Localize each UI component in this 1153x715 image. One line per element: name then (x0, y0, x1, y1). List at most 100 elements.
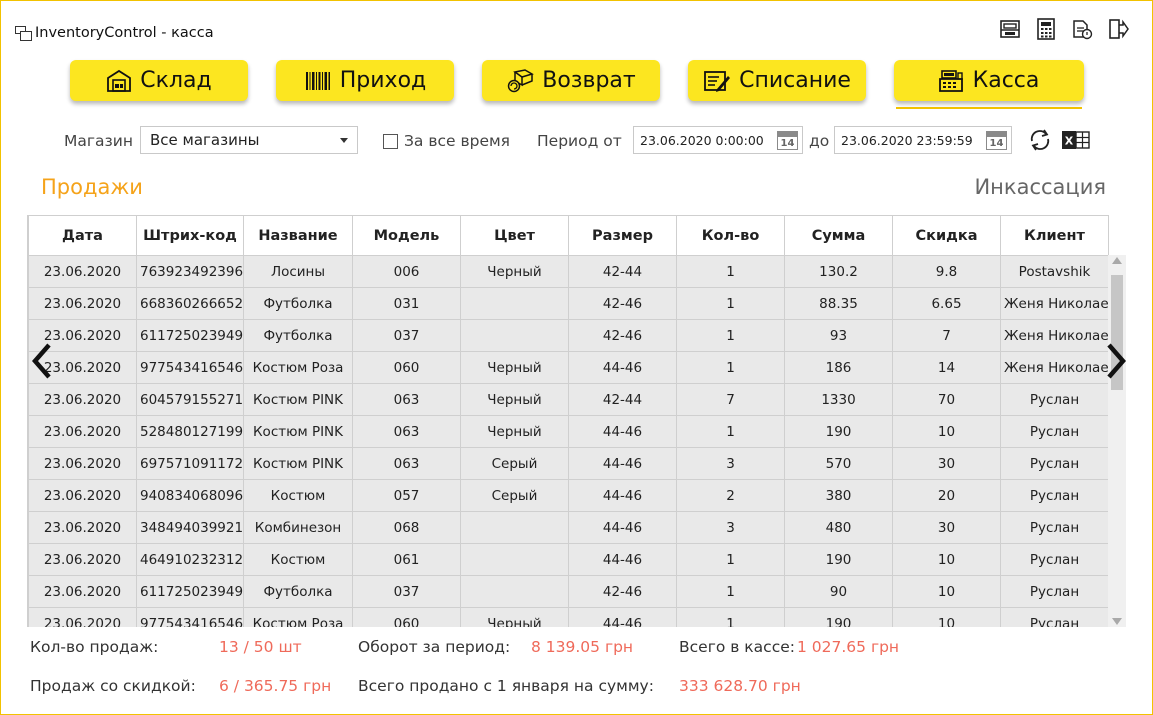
calendar-icon[interactable]: 14 (986, 131, 1007, 150)
all-time-checkbox[interactable] (383, 134, 398, 149)
refresh-icon[interactable] (1027, 127, 1053, 153)
table-cell: 23.06.2020 (28, 575, 137, 608)
table-cell: Женя Николаев (1000, 319, 1109, 352)
table-cell: 10 (892, 415, 1001, 448)
table-cell: 6.65 (892, 287, 1001, 320)
calculator-icon[interactable] (1034, 17, 1058, 41)
table-cell: 063 (352, 383, 461, 416)
table-cell: Футболка (243, 319, 353, 352)
column-header[interactable]: Дата (28, 215, 137, 256)
turnover-value: 8 139.05 грн (531, 638, 634, 656)
calendar-icon[interactable]: 14 (777, 131, 798, 150)
excel-export-icon[interactable]: X (1061, 128, 1091, 152)
table-row[interactable]: 23.06.2020 611725023949 Футболка 037 42-46 1 9… (28, 319, 1109, 352)
table-cell: 940834068096 (136, 479, 244, 512)
table-cell (460, 575, 569, 608)
nav-sklad-button[interactable]: Склад (70, 60, 248, 101)
table-cell: 7 (892, 319, 1001, 352)
table-cell: 23.06.2020 (28, 415, 137, 448)
app-window: InventoryControl - касса Склад Приход Во… (0, 0, 1153, 715)
title-bar: InventoryControl - касса (15, 21, 214, 45)
table-cell: 057 (352, 479, 461, 512)
table-cell: Костюм PINK (243, 383, 353, 416)
sales-grid[interactable]: Дата Штрих-код Название Модель Цвет Размер Кол… (27, 215, 1126, 627)
table-cell: Костюм PINK (243, 447, 353, 480)
shop-label: Магазин (64, 132, 133, 150)
table-cell: 44-46 (568, 607, 677, 627)
report-icon[interactable] (1070, 17, 1094, 41)
window-title: InventoryControl - касса (35, 25, 214, 41)
table-cell: 697571091172 (136, 447, 244, 480)
table-cell: 611725023949 (136, 575, 244, 608)
scroll-up-icon[interactable] (1112, 257, 1122, 264)
nav-spisanie-button[interactable]: Списание (688, 60, 866, 101)
column-header[interactable]: Цвет (460, 215, 569, 256)
table-cell: Серый (460, 479, 569, 512)
column-header[interactable]: Сумма (784, 215, 893, 256)
date-to-picker[interactable]: 23.06.2020 23:59:59 14 (834, 126, 1012, 154)
table-row[interactable]: 23.06.2020 528480127199 Костюм PINK 063 Черн… (28, 415, 1109, 448)
table-cell: Черный (460, 607, 569, 627)
table-cell: 464910232312 (136, 543, 244, 576)
column-header[interactable]: Клиент (1000, 215, 1109, 256)
table-cell: Черный (460, 255, 569, 288)
table-row[interactable]: 23.06.2020 611725023949 Футболка 037 42-46 1 9… (28, 575, 1109, 608)
sales-count-value: 13 / 50 шт (219, 638, 302, 656)
nav-vozvrat-button[interactable]: Возврат (482, 60, 660, 101)
table-cell: 42-46 (568, 575, 677, 608)
return-box-icon (508, 68, 535, 92)
table-row[interactable]: 23.06.2020 940834068096 Костюм 057 Серый 44-4… (28, 479, 1109, 512)
table-cell: Футболка (243, 575, 353, 608)
table-cell: 44-46 (568, 479, 677, 512)
filter-bar: Магазин Все магазины За все время Период… (1, 125, 1153, 155)
stats-panel: Кол-во продаж: 13 / 50 шт Оборот за пери… (1, 631, 1153, 711)
table-cell: Черный (460, 383, 569, 416)
column-header[interactable]: Модель (352, 215, 461, 256)
table-cell: Комбинезон (243, 511, 353, 544)
collection-link[interactable]: Инкассация (974, 175, 1106, 199)
prev-page-button[interactable] (23, 331, 61, 391)
nav-prihod-button[interactable]: Приход (276, 60, 454, 101)
date-from-picker[interactable]: 23.06.2020 0:00:00 14 (633, 126, 803, 154)
table-row[interactable]: 23.06.2020 604579155271 Костюм PINK 063 Черн… (28, 383, 1109, 416)
vertical-scrollbar[interactable] (1108, 255, 1126, 627)
table-row[interactable]: 23.06.2020 977543416546 Костюм Роза 060 Черн… (28, 351, 1109, 384)
next-page-button[interactable] (1097, 331, 1135, 391)
table-cell: 23.06.2020 (28, 479, 137, 512)
to-label: до (809, 132, 830, 150)
nav-kassa-button[interactable]: Касса (894, 60, 1084, 109)
shop-select[interactable]: Все магазины (140, 126, 358, 154)
table-row[interactable]: 23.06.2020 464910232312 Костюм 061 44-46 1 190… (28, 543, 1109, 576)
cash-value: 1 027.65 грн (797, 638, 900, 656)
table-cell: Руслан (1000, 511, 1109, 544)
table-cell: Костюм (243, 479, 353, 512)
exit-icon[interactable] (1106, 17, 1130, 41)
table-cell: 061 (352, 543, 461, 576)
table-cell: Руслан (1000, 383, 1109, 416)
table-cell: 1 (676, 255, 785, 288)
column-header[interactable]: Размер (568, 215, 677, 256)
table-row[interactable]: 23.06.2020 668360266652 Футболка 031 42-46 1 8… (28, 287, 1109, 320)
table-row[interactable]: 23.06.2020 763923492396 Лосины 006 Черный 42-… (28, 255, 1109, 288)
shop-select-value: Все магазины (150, 131, 260, 149)
date-from-value: 23.06.2020 0:00:00 (640, 132, 764, 148)
table-row[interactable]: 23.06.2020 977543416546 Костюм Роза 060 Черн… (28, 607, 1109, 627)
chevron-left-icon (32, 343, 51, 379)
table-cell: 10 (892, 543, 1001, 576)
chevron-right-icon (1107, 343, 1126, 379)
column-header[interactable]: Скидка (892, 215, 1001, 256)
column-header[interactable]: Кол-во (676, 215, 785, 256)
table-cell: 44-46 (568, 351, 677, 384)
table-cell: 23.06.2020 (28, 607, 137, 627)
table-cell: Женя Николаев (1000, 287, 1109, 320)
table-body: 23.06.2020 763923492396 Лосины 006 Черный 42-… (28, 255, 1109, 627)
column-header[interactable]: Штрих-код (136, 215, 244, 256)
column-header[interactable]: Название (243, 215, 353, 256)
scroll-down-icon[interactable] (1112, 618, 1122, 625)
table-row[interactable]: 23.06.2020 697571091172 Костюм PINK 063 Серы… (28, 447, 1109, 480)
table-row[interactable]: 23.06.2020 348494039921 Комбинезон 068 44-46… (28, 511, 1109, 544)
table-cell: 42-46 (568, 287, 677, 320)
table-cell: 037 (352, 319, 461, 352)
table-cell (460, 543, 569, 576)
cash-register-icon[interactable] (998, 17, 1022, 41)
